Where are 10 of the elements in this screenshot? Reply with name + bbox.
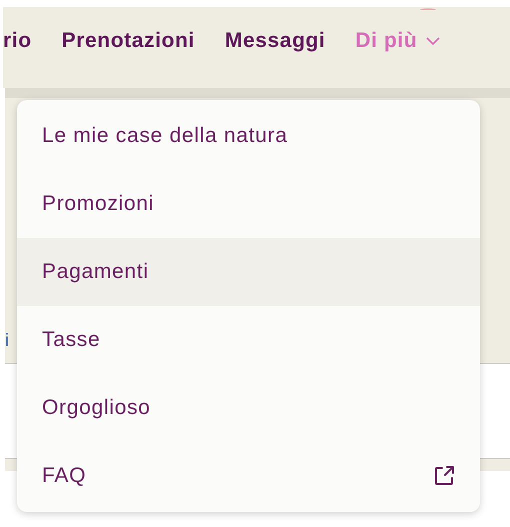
background-text: i xyxy=(5,330,9,351)
menu-item[interactable]: Promozioni xyxy=(17,170,480,238)
nav-link[interactable]: Prenotazioni xyxy=(62,29,195,53)
nav-link[interactable]: rio xyxy=(3,29,32,53)
nav-link[interactable]: Messaggi xyxy=(224,29,326,53)
menu-item[interactable]: Le mie case della natura xyxy=(17,102,480,170)
menu-item[interactable]: Orgoglioso xyxy=(17,374,480,442)
menu-item[interactable]: Pagamenti xyxy=(17,238,480,306)
menu-item[interactable]: FAQ xyxy=(17,442,480,510)
menu-item[interactable]: Tasse xyxy=(17,306,480,374)
